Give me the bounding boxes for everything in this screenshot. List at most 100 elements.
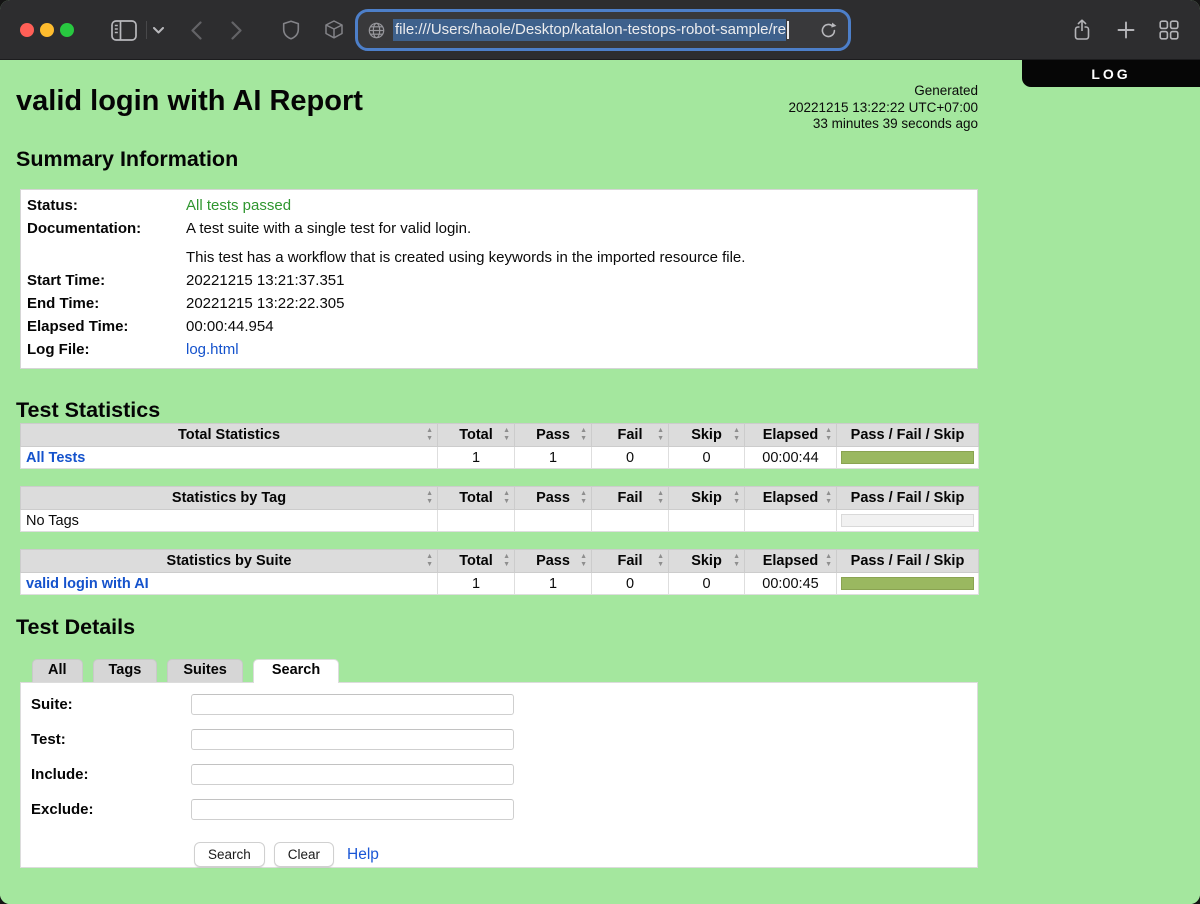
column-header-statistics-by-tag[interactable]: Statistics by Tag▲▼ <box>21 487 438 510</box>
sidebar-chevron-down-icon[interactable] <box>150 0 166 60</box>
column-header-pass[interactable]: Pass▲▼ <box>515 487 592 510</box>
forward-icon[interactable] <box>226 0 246 60</box>
new-tab-plus-icon[interactable] <box>1112 0 1140 60</box>
help-link[interactable]: Help <box>347 846 379 864</box>
summary-row-log-file: Log File: log.html <box>21 338 977 361</box>
column-header-total[interactable]: Total▲▼ <box>438 550 515 573</box>
documentation-label: Documentation: <box>21 217 186 269</box>
report-page: LOG Generated 20221215 13:22:22 UTC+07:0… <box>0 60 1200 904</box>
tab-suites[interactable]: Suites <box>167 659 243 682</box>
column-header-skip[interactable]: Skip▲▼ <box>669 424 745 447</box>
clear-button[interactable]: Clear <box>274 842 334 867</box>
column-header-fail[interactable]: Fail▲▼ <box>592 550 669 573</box>
sidebar-toggle-icon[interactable] <box>108 0 140 60</box>
total-value: 1 <box>438 573 515 595</box>
elapsed-value: 00:00:45 <box>745 573 837 595</box>
privacy-shield-icon[interactable] <box>280 0 302 60</box>
start-time-label: Start Time: <box>21 269 186 292</box>
column-header-elapsed[interactable]: Elapsed▲▼ <box>745 550 837 573</box>
summary-row-end-time: End Time: 20221215 13:22:22.305 <box>21 292 977 315</box>
sort-icon[interactable]: ▲▼ <box>426 427 433 443</box>
column-header-total-statistics[interactable]: Total Statistics▲▼ <box>21 424 438 447</box>
text-caret <box>787 21 789 39</box>
details-tabs: All Tags Suites Search <box>32 659 1200 682</box>
documentation-paragraph-1: A test suite with a single test for vali… <box>186 217 745 240</box>
back-icon[interactable] <box>186 0 206 60</box>
column-header-total[interactable]: Total▲▼ <box>438 424 515 447</box>
exclude-field-row: Exclude: <box>21 799 977 821</box>
sort-icon[interactable]: ▲▼ <box>503 553 510 569</box>
statistics-by-suite-table: Statistics by Suite▲▼ Total▲▼ Pass▲▼ Fai… <box>20 549 979 595</box>
sort-icon[interactable]: ▲▼ <box>657 553 664 569</box>
statistics-by-tag-table: Statistics by Tag▲▼ Total▲▼ Pass▲▼ Fail▲… <box>20 486 979 532</box>
column-header-skip[interactable]: Skip▲▼ <box>669 487 745 510</box>
column-header-elapsed[interactable]: Elapsed▲▼ <box>745 487 837 510</box>
table-header-row: Statistics by Suite▲▼ Total▲▼ Pass▲▼ Fai… <box>21 550 979 573</box>
sort-icon[interactable]: ▲▼ <box>426 490 433 506</box>
sort-icon[interactable]: ▲▼ <box>580 427 587 443</box>
column-header-fail[interactable]: Fail▲▼ <box>592 424 669 447</box>
log-button[interactable]: LOG <box>1022 60 1200 87</box>
url-text: file:///Users/haole/Desktop/katalon-test… <box>393 19 789 41</box>
status-label: Status: <box>21 194 186 217</box>
log-file-link[interactable]: log.html <box>186 341 239 358</box>
sort-icon[interactable]: ▲▼ <box>426 553 433 569</box>
sort-icon[interactable]: ▲▼ <box>825 427 832 443</box>
statistics-heading: Test Statistics <box>16 398 1200 423</box>
zoom-window-button[interactable] <box>60 23 74 37</box>
total-value: 1 <box>438 447 515 469</box>
sort-icon[interactable]: ▲▼ <box>580 553 587 569</box>
sort-icon[interactable]: ▲▼ <box>503 427 510 443</box>
fail-value: 0 <box>592 447 669 469</box>
column-header-total[interactable]: Total▲▼ <box>438 487 515 510</box>
total-statistics-table: Total Statistics▲▼ Total▲▼ Pass▲▼ Fail▲▼… <box>20 423 979 469</box>
generated-info: Generated 20221215 13:22:22 UTC+07:00 33… <box>788 83 978 133</box>
column-header-skip[interactable]: Skip▲▼ <box>669 550 745 573</box>
suite-input[interactable] <box>191 694 514 715</box>
globe-icon <box>368 22 385 39</box>
sort-icon[interactable]: ▲▼ <box>825 490 832 506</box>
skip-value: 0 <box>669 447 745 469</box>
sort-icon[interactable]: ▲▼ <box>580 490 587 506</box>
summary-row-elapsed-time: Elapsed Time: 00:00:44.954 <box>21 315 977 338</box>
sort-icon[interactable]: ▲▼ <box>733 490 740 506</box>
column-header-statistics-by-suite[interactable]: Statistics by Suite▲▼ <box>21 550 438 573</box>
tab-all[interactable]: All <box>32 659 83 682</box>
column-header-pass[interactable]: Pass▲▼ <box>515 550 592 573</box>
exclude-input[interactable] <box>191 799 514 820</box>
summary-row-documentation: Documentation: A test suite with a singl… <box>21 217 977 269</box>
start-time-value: 20221215 13:21:37.351 <box>186 269 345 292</box>
sort-icon[interactable]: ▲▼ <box>825 553 832 569</box>
all-tests-link[interactable]: All Tests <box>26 450 85 466</box>
url-input[interactable]: file:///Users/haole/Desktop/katalon-test… <box>358 12 848 48</box>
column-header-fail[interactable]: Fail▲▼ <box>592 487 669 510</box>
sort-icon[interactable]: ▲▼ <box>733 427 740 443</box>
tab-tags[interactable]: Tags <box>93 659 158 682</box>
table-row: valid login with AI 1 1 0 0 00:00:45 <box>21 573 979 595</box>
minimize-window-button[interactable] <box>40 23 54 37</box>
details-heading: Test Details <box>16 615 1200 640</box>
sort-icon[interactable]: ▲▼ <box>503 490 510 506</box>
column-header-graph: Pass / Fail / Skip <box>837 424 979 447</box>
page-title: valid login with AI Report <box>16 85 1200 118</box>
reload-icon[interactable] <box>816 18 840 42</box>
sort-icon[interactable]: ▲▼ <box>733 553 740 569</box>
extensions-cube-icon[interactable] <box>322 0 346 60</box>
share-icon[interactable] <box>1068 0 1096 60</box>
tab-overview-grid-icon[interactable] <box>1154 0 1184 60</box>
column-header-graph: Pass / Fail / Skip <box>837 487 979 510</box>
suite-field-label: Suite: <box>31 694 191 713</box>
browser-window: file:///Users/haole/Desktop/katalon-test… <box>0 0 1200 904</box>
log-file-label: Log File: <box>21 338 186 361</box>
search-button[interactable]: Search <box>194 842 265 867</box>
close-window-button[interactable] <box>20 23 34 37</box>
include-input[interactable] <box>191 764 514 785</box>
sort-icon[interactable]: ▲▼ <box>657 427 664 443</box>
test-input[interactable] <box>191 729 514 750</box>
column-header-elapsed[interactable]: Elapsed▲▼ <box>745 424 837 447</box>
tab-search[interactable]: Search <box>253 659 339 683</box>
column-header-pass[interactable]: Pass▲▼ <box>515 424 592 447</box>
pass-fail-skip-bar <box>841 451 974 464</box>
suite-link[interactable]: valid login with AI <box>26 576 149 592</box>
sort-icon[interactable]: ▲▼ <box>657 490 664 506</box>
